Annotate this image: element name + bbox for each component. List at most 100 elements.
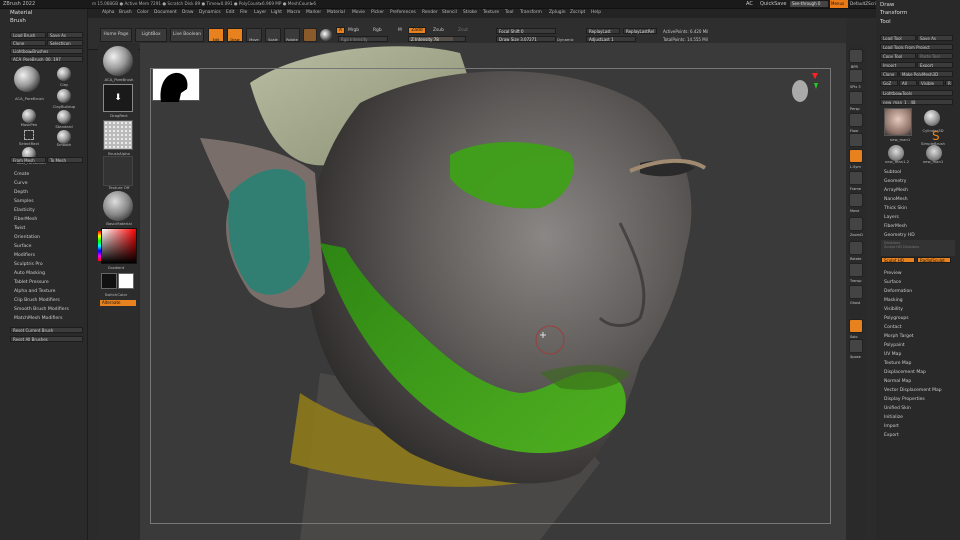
menu-stencil[interactable]: Stencil: [442, 10, 457, 15]
color-picker[interactable]: [101, 228, 137, 264]
alternate-button[interactable]: Alternate: [100, 300, 136, 306]
tool-displacement-map[interactable]: Displacement Map: [884, 370, 926, 375]
tool-deformation[interactable]: Deformation: [884, 289, 912, 294]
make-polymesh3d-button[interactable]: Make PolyMesh3D: [899, 71, 953, 77]
tool-normal-map[interactable]: Normal Map: [884, 379, 911, 384]
menu-preferences[interactable]: Preferences: [390, 10, 416, 15]
draw-size-slider[interactable]: Draw Size 3.07271: [496, 36, 556, 42]
tool-texture-map[interactable]: Texture Map: [884, 361, 911, 366]
tool-visibility[interactable]: Visibility: [884, 307, 903, 312]
claybuildup-brush-icon[interactable]: [57, 89, 71, 103]
zadd-toggle[interactable]: Zadd: [408, 27, 426, 34]
tool-layers[interactable]: Layers: [884, 215, 899, 220]
menu-zplugin[interactable]: Zplugin: [549, 10, 566, 15]
draw-mode-button[interactable]: Draw: [227, 28, 243, 42]
tool-thick-skin[interactable]: Thick Skin: [884, 206, 907, 211]
brush-curve[interactable]: Curve: [14, 181, 28, 186]
goz-all-button[interactable]: All: [899, 80, 917, 86]
tool-masking[interactable]: Masking: [884, 298, 903, 303]
menu-layer[interactable]: Layer: [254, 10, 266, 15]
stroke-thumbnail-button[interactable]: ⬇: [103, 84, 133, 112]
tool-uv-map[interactable]: UV Map: [884, 352, 901, 357]
quicksave-button[interactable]: QuickSave: [760, 1, 786, 7]
z-intensity-slider[interactable]: Z Intensity 78: [408, 36, 466, 42]
paste-tool-button[interactable]: Paste Tool: [917, 53, 953, 59]
goz-visible-button[interactable]: Visible: [918, 80, 944, 86]
spix-button[interactable]: SPix 3: [849, 69, 863, 89]
menu-texture[interactable]: Texture: [483, 10, 499, 15]
menu-marker[interactable]: Marker: [306, 10, 321, 15]
adjust-last-slider[interactable]: AdjustLast 1: [586, 36, 636, 42]
from-mesh-button[interactable]: From Mesh: [10, 157, 46, 163]
lightbox-brushes-button[interactable]: Lightbox▸Brushes: [10, 48, 83, 54]
m-toggle[interactable]: M: [398, 28, 402, 33]
menu-render[interactable]: Render: [422, 10, 438, 15]
a-toggle[interactable]: A: [336, 27, 345, 34]
tool-initialize[interactable]: Initialize: [884, 415, 903, 420]
menu-movie[interactable]: Movie: [352, 10, 365, 15]
menu-light[interactable]: Light: [271, 10, 282, 15]
zcut-toggle[interactable]: Zcut: [458, 28, 468, 33]
dynamic-toggle[interactable]: Dynamic: [557, 37, 574, 42]
menu-macro[interactable]: Macro: [287, 10, 300, 15]
secondary-color-swatch[interactable]: [118, 273, 134, 289]
local-button[interactable]: Local: [849, 133, 863, 153]
menu-brush[interactable]: Brush: [119, 10, 132, 15]
move-mode-button[interactable]: Move: [246, 28, 262, 42]
zsub-toggle[interactable]: Zsub: [433, 28, 444, 33]
tool-morph-target[interactable]: Morph Target: [884, 334, 914, 339]
ghost-button[interactable]: Ghost: [849, 285, 863, 305]
home-page-button[interactable]: Home Page: [100, 28, 132, 42]
menu-alpha[interactable]: Alpha: [102, 10, 114, 15]
tool-preview[interactable]: Preview: [884, 271, 902, 276]
tool-fibermesh[interactable]: FiberMesh: [884, 224, 907, 229]
current-tool-thumbnail[interactable]: [884, 108, 912, 136]
floor-button[interactable]: Floor: [849, 113, 863, 133]
transform-palette-title[interactable]: Transform: [880, 10, 907, 16]
tool-polygroups[interactable]: Polygroups: [884, 316, 909, 321]
tool-selector-slider[interactable]: new_man_1 . 48: [880, 99, 953, 105]
brush-auto-masking[interactable]: Auto Masking: [14, 271, 45, 276]
tool-surface[interactable]: Surface: [884, 280, 901, 285]
menu-file[interactable]: File: [240, 10, 247, 15]
draw-palette-title[interactable]: Draw: [880, 2, 894, 8]
gradient-toggle[interactable]: Gradient: [101, 265, 131, 270]
menu-dynamics[interactable]: Dynamics: [199, 10, 221, 15]
menu-tool[interactable]: Tool: [505, 10, 514, 15]
brush-alpha-texture[interactable]: Alpha and Texture: [14, 289, 55, 294]
rgb-toggle[interactable]: Rgb: [373, 28, 382, 33]
sculpt-hd-button[interactable]: Sculpt HD: [881, 257, 915, 263]
standard-brush-icon[interactable]: [57, 110, 71, 124]
clone-tool-button[interactable]: Clone: [880, 71, 898, 77]
sculpt-hd-divisions-slider[interactable]: Sculpt HD Divisions: [884, 245, 952, 249]
brush-thumbnail-button[interactable]: [103, 46, 133, 76]
texture-thumbnail-button[interactable]: [103, 156, 133, 186]
brush-clip-modifiers[interactable]: Clip Brush Modifiers: [14, 298, 60, 303]
rotate-mode-button[interactable]: Rotate: [284, 28, 300, 42]
menu-transform[interactable]: Transform: [520, 10, 542, 15]
brush-twist[interactable]: Twist: [14, 226, 25, 231]
maskpen-brush-icon[interactable]: [22, 109, 36, 123]
reset-current-brush-button[interactable]: Reset Current Brush: [10, 327, 83, 333]
clay-brush-icon[interactable]: [57, 67, 71, 81]
tool-geometry-hd[interactable]: Geometry HD: [884, 233, 915, 238]
menu-stroke[interactable]: Stroke: [463, 10, 477, 15]
tool-palette-title[interactable]: Tool: [880, 19, 891, 25]
select-icon-button[interactable]: SelectIcon: [47, 40, 83, 46]
solo-button[interactable]: Solo: [849, 319, 863, 339]
brush-depth[interactable]: Depth: [14, 190, 28, 195]
load-tool-button[interactable]: Load Tool: [880, 35, 916, 41]
see-through-slider[interactable]: See-through 0: [790, 1, 828, 7]
selectrect-brush-icon[interactable]: [24, 130, 34, 140]
mrgb-toggle[interactable]: Mrgb: [348, 28, 359, 33]
brush-surface[interactable]: Surface: [14, 244, 32, 249]
move-view-button[interactable]: Move: [849, 193, 863, 213]
bpr-render-button[interactable]: BPR: [849, 49, 863, 69]
replay-last-button[interactable]: ReplayLast: [586, 28, 620, 34]
brush-fibermesh[interactable]: FiberMesh: [14, 217, 37, 222]
tool-arraymesh[interactable]: ArrayMesh: [884, 188, 908, 193]
brush-selector-slider[interactable]: ACA_PoreBrush_00. 197: [10, 56, 83, 62]
brush-create[interactable]: Create: [14, 172, 29, 177]
save-as-tool-button[interactable]: Save As: [917, 35, 953, 41]
ac-button[interactable]: AC: [746, 1, 753, 7]
